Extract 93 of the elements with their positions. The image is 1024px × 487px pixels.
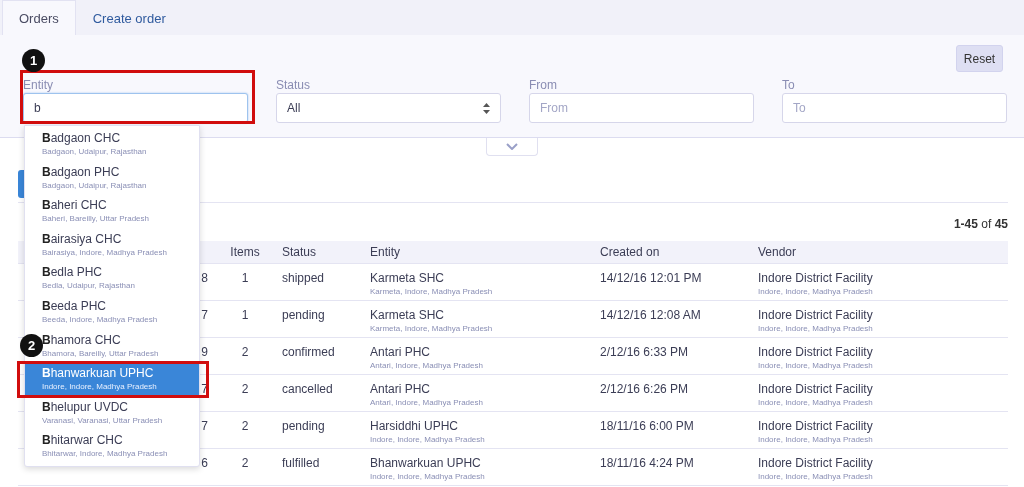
vendor-name: Indore District Facility (758, 382, 874, 396)
field-label: To (782, 78, 796, 93)
result-count: 1-45 of 45 (953, 217, 1008, 233)
suggestion-name: Badgaon CHC (42, 131, 122, 145)
suggestion-item[interactable]: Beeda PHC Beeda, Indore, Madhya Pradesh (25, 295, 199, 330)
table-cell: 8 (201, 271, 208, 285)
suggestion-location: Baheri, Bareilly, Uttar Pradesh (42, 214, 150, 224)
table-cell-text: 1 (240, 308, 250, 322)
suggestion-name: Bhanwarkuan UPHC (42, 366, 155, 381)
column-header: Entity (370, 245, 400, 259)
entity-name: Antari PHC (370, 382, 432, 396)
status-select[interactable]: All (276, 93, 501, 123)
table-cell-text: shipped (282, 271, 326, 285)
field-label: Status (276, 78, 312, 93)
updown-icon (483, 102, 490, 114)
suggestion-name: Bairasiya CHC (42, 231, 123, 246)
entity-name: Bhanwarkuan UPHC (370, 456, 482, 470)
table-cell-text: cancelled (282, 382, 334, 396)
table-cell-text: 2/12/16 6:26 PM (600, 382, 690, 396)
table-cell: 6 (201, 456, 208, 470)
entity-location: Indore, Indore, Madhya Pradesh (370, 435, 486, 444)
table-cell-text: 2 (240, 345, 250, 359)
table-cell-text: confirmed (282, 345, 336, 359)
suggestion-location: Badgaon, Udaipur, Rajasthan (42, 147, 148, 156)
table-cell-text: 2/12/16 6:33 PM (600, 345, 690, 359)
table-cell-text: 14/12/16 12:01 PM (600, 271, 703, 285)
table-cell-text: 2 (240, 456, 250, 470)
suggestion-location: Indore, Indore, Madhya Pradesh (42, 382, 158, 392)
suggestion-location: Bedla, Udaipur, Rajasthan (42, 281, 136, 291)
suggestion-location: Bairasiya, Indore, Madhya Pradesh (42, 247, 168, 257)
suggestion-name: Bhitarwar CHC (42, 433, 124, 448)
column-header: Created on (600, 245, 660, 259)
entity-location: Karmeta, Indore, Madhya Pradesh (370, 324, 494, 333)
suggestion-item[interactable]: Bairasiya CHC Bairasiya, Indore, Madhya Pradesh (25, 228, 199, 263)
input-field[interactable]: b (23, 93, 248, 123)
table-cell-text: 14/12/16 12:08 AM (600, 308, 702, 322)
suggestion-location: Bhamora, Bareilly, Uttar Pradesh (42, 348, 160, 358)
entity-location: Antari, Indore, Madhya Pradesh (370, 361, 484, 370)
table-cell-text: 1 (240, 271, 250, 285)
entity-name: Harsiddhi UPHC (370, 419, 460, 433)
table-cell-text: 2 (240, 382, 250, 396)
suggestion-location: Varanasi, Varanasi, Uttar Pradesh (42, 415, 164, 425)
column-header: Status (282, 245, 317, 259)
suggestion-item[interactable]: Badgaon CHC Badgaon, Udaipur, Rajasthan (25, 128, 199, 162)
suggestion-location: Beeda, Indore, Madhya Pradesh (42, 314, 159, 324)
suggestion-name: Bhamora CHC (42, 332, 122, 347)
vendor-name: Indore District Facility (758, 308, 874, 322)
table-cell: 9 (201, 345, 208, 359)
suggestion-item[interactable]: Badgaon PHC Badgaon, Udaipur, Rajasthan (25, 161, 199, 196)
chevron-down-icon (506, 143, 518, 150)
vendor-location: Indore, Indore, Madhya Pradesh (758, 287, 874, 296)
column-header: Vendor (758, 245, 797, 259)
suggestion-name: Bhelupur UVDC (42, 399, 130, 414)
vendor-location: Indore, Indore, Madhya Pradesh (758, 435, 874, 444)
entity-name: Antari PHC (370, 345, 432, 359)
entity-location: Indore, Indore, Madhya Pradesh (370, 472, 486, 481)
suggestion-name: Baheri CHC (42, 198, 108, 213)
vendor-name: Indore District Facility (758, 271, 874, 285)
suggestion-location: Badgaon, Udaipur, Rajasthan (42, 180, 148, 190)
expand-toggle[interactable] (486, 138, 538, 156)
entity-location: Karmeta, Indore, Madhya Pradesh (370, 287, 494, 296)
suggestion-name: Bedla PHC (42, 265, 104, 280)
table-cell-text: 2 (240, 419, 250, 433)
entity-name: Karmeta SHC (370, 271, 446, 285)
vendor-name: Indore District Facility (758, 456, 874, 470)
suggestion-item[interactable]: Bedla PHC Bedla, Udaipur, Rajasthan (25, 262, 199, 296)
field-label: Entity (23, 78, 54, 93)
vendor-location: Indore, Indore, Madhya Pradesh (758, 324, 874, 333)
vendor-name: Indore District Facility (758, 345, 874, 359)
table-cell-text: pending (282, 308, 326, 322)
vendor-name: Indore District Facility (758, 419, 874, 433)
suggestion-item[interactable]: Bhitarwar CHC Bhitarwar, Indore, Madhya Pradesh (25, 430, 199, 464)
tab[interactable]: Create order (75, 0, 183, 35)
suggestion-location: Bhitarwar, Indore, Madhya Pradesh (42, 449, 169, 459)
reset-button[interactable]: Reset (956, 45, 1003, 72)
table-cell-text: 18/11/16 4:24 PM (600, 456, 695, 470)
tab[interactable]: Orders (2, 0, 76, 35)
suggestion-name: Badgaon PHC (42, 164, 121, 179)
table-cell-text: fulfilled (282, 456, 321, 470)
field-label: From (529, 78, 558, 93)
table-cell-text: 18/11/16 6:00 PM (600, 419, 695, 433)
suggestion-item[interactable]: Baheri CHC Baheri, Bareilly, Uttar Pradesh (25, 195, 199, 229)
table-cell-text: pending (282, 419, 326, 433)
entity-name: Karmeta SHC (370, 308, 446, 322)
column-header: Items (230, 245, 260, 259)
vendor-location: Indore, Indore, Madhya Pradesh (758, 472, 874, 481)
suggestion-name: Beeda PHC (42, 298, 108, 313)
table-cell: 7 (201, 308, 208, 322)
vendor-location: Indore, Indore, Madhya Pradesh (758, 361, 874, 370)
entity-location: Antari, Indore, Madhya Pradesh (370, 398, 484, 407)
vendor-location: Indore, Indore, Madhya Pradesh (758, 398, 874, 407)
table-cell: 7 (201, 419, 208, 433)
suggestion-item[interactable]: Bhelupur UVDC Varanasi, Varanasi, Uttar Pradesh (25, 396, 199, 431)
